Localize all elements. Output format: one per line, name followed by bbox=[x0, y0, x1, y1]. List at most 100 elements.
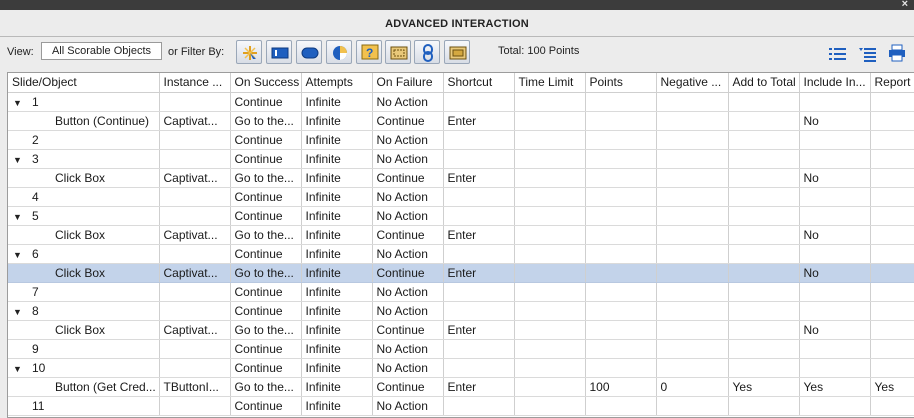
object-row[interactable]: Button (Get Cred... TButtonI... Go to the.… bbox=[8, 377, 914, 397]
table-cell[interactable]: Continue bbox=[230, 244, 302, 264]
filter-widget-button[interactable] bbox=[444, 40, 470, 64]
table-cell[interactable]: Infinite bbox=[301, 377, 373, 397]
table-cell[interactable]: No bbox=[799, 263, 871, 283]
column-header[interactable]: Time Limit bbox=[514, 73, 586, 93]
table-cell[interactable] bbox=[514, 339, 586, 359]
table-cell[interactable] bbox=[656, 320, 729, 340]
table-cell[interactable]: Infinite bbox=[301, 206, 373, 226]
slide-row[interactable]: ▼ 6 Continue Infinite No Action bbox=[8, 244, 914, 264]
table-cell[interactable] bbox=[799, 301, 871, 321]
table-cell[interactable]: No Action bbox=[372, 130, 444, 150]
filter-question-button[interactable]: ? bbox=[356, 40, 382, 64]
table-cell[interactable]: Captivat... bbox=[159, 320, 231, 340]
table-cell[interactable] bbox=[728, 320, 800, 340]
table-cell[interactable] bbox=[585, 339, 657, 359]
column-header[interactable]: On Failure bbox=[372, 73, 444, 93]
table-cell[interactable]: Infinite bbox=[301, 320, 373, 340]
collapse-list-icon[interactable] bbox=[828, 46, 848, 62]
table-cell[interactable] bbox=[159, 244, 231, 264]
column-header[interactable]: Points bbox=[585, 73, 657, 93]
table-cell[interactable] bbox=[443, 187, 515, 207]
object-row[interactable]: Click Box Captivat... Go to the... Infinite… bbox=[8, 168, 914, 188]
table-cell[interactable]: Infinite bbox=[301, 187, 373, 207]
slide-row[interactable]: 2 Continue Infinite No Action bbox=[8, 130, 914, 150]
table-cell[interactable] bbox=[728, 244, 800, 264]
table-cell[interactable] bbox=[656, 396, 729, 416]
table-cell[interactable] bbox=[514, 320, 586, 340]
table-cell[interactable] bbox=[799, 339, 871, 359]
column-header[interactable]: Include In... bbox=[799, 73, 871, 93]
table-cell[interactable] bbox=[514, 244, 586, 264]
table-cell[interactable]: Infinite bbox=[301, 225, 373, 245]
object-row[interactable]: Click Box Captivat... Go to the... Infinite… bbox=[8, 225, 914, 245]
table-cell[interactable]: Infinite bbox=[301, 111, 373, 131]
table-cell[interactable] bbox=[514, 168, 586, 188]
slide-row[interactable]: ▼ 5 Continue Infinite No Action bbox=[8, 206, 914, 226]
table-cell[interactable] bbox=[870, 225, 914, 245]
table-cell[interactable] bbox=[728, 111, 800, 131]
table-cell[interactable] bbox=[159, 396, 231, 416]
table-cell[interactable] bbox=[514, 301, 586, 321]
table-cell[interactable] bbox=[514, 396, 586, 416]
table-cell[interactable]: ▼ 8 bbox=[8, 301, 160, 321]
table-cell[interactable] bbox=[514, 377, 586, 397]
table-cell[interactable] bbox=[656, 92, 729, 112]
slide-row[interactable]: 11 Continue Infinite No Action bbox=[8, 396, 914, 416]
table-cell[interactable]: No Action bbox=[372, 396, 444, 416]
table-cell[interactable]: Enter bbox=[443, 225, 515, 245]
table-cell[interactable] bbox=[585, 263, 657, 283]
table-cell[interactable] bbox=[870, 358, 914, 378]
table-cell[interactable] bbox=[585, 187, 657, 207]
table-cell[interactable] bbox=[159, 187, 231, 207]
table-cell[interactable]: Continue bbox=[230, 358, 302, 378]
view-dropdown[interactable]: All Scorable Objects bbox=[41, 42, 162, 60]
slide-row[interactable]: 4 Continue Infinite No Action bbox=[8, 187, 914, 207]
table-cell[interactable] bbox=[514, 263, 586, 283]
table-cell[interactable] bbox=[728, 282, 800, 302]
table-cell[interactable]: Go to the... bbox=[230, 377, 302, 397]
column-header[interactable]: Report bbox=[870, 73, 914, 93]
table-cell[interactable] bbox=[870, 168, 914, 188]
table-cell[interactable] bbox=[514, 282, 586, 302]
table-cell[interactable] bbox=[443, 149, 515, 169]
table-cell[interactable]: Continue bbox=[230, 149, 302, 169]
table-cell[interactable]: Go to the... bbox=[230, 225, 302, 245]
table-cell[interactable]: Continue bbox=[230, 92, 302, 112]
table-cell[interactable]: 0 bbox=[656, 377, 729, 397]
expand-toggle-icon[interactable]: ▼ bbox=[13, 212, 27, 222]
table-cell[interactable] bbox=[585, 92, 657, 112]
table-cell[interactable]: Continue bbox=[230, 206, 302, 226]
table-cell[interactable]: No Action bbox=[372, 149, 444, 169]
table-cell[interactable]: No Action bbox=[372, 358, 444, 378]
table-cell[interactable] bbox=[799, 130, 871, 150]
table-cell[interactable] bbox=[443, 206, 515, 226]
column-header[interactable]: Shortcut bbox=[443, 73, 515, 93]
table-cell[interactable] bbox=[514, 92, 586, 112]
table-cell[interactable] bbox=[656, 282, 729, 302]
table-cell[interactable] bbox=[728, 168, 800, 188]
object-row[interactable]: Button (Continue) Captivat... Go to the...… bbox=[8, 111, 914, 131]
slide-row[interactable]: 7 Continue Infinite No Action bbox=[8, 282, 914, 302]
table-cell[interactable] bbox=[799, 92, 871, 112]
table-cell[interactable] bbox=[656, 244, 729, 264]
table-cell[interactable]: Go to the... bbox=[230, 111, 302, 131]
table-cell[interactable] bbox=[514, 111, 586, 131]
table-cell[interactable]: 9 bbox=[8, 339, 160, 359]
table-cell[interactable] bbox=[870, 92, 914, 112]
table-cell[interactable] bbox=[870, 396, 914, 416]
table-cell[interactable] bbox=[656, 206, 729, 226]
table-cell[interactable] bbox=[585, 111, 657, 131]
table-cell[interactable]: Continue bbox=[372, 168, 444, 188]
table-cell[interactable] bbox=[159, 282, 231, 302]
table-cell[interactable] bbox=[870, 301, 914, 321]
column-header[interactable]: On Success bbox=[230, 73, 302, 93]
table-cell[interactable]: Enter bbox=[443, 168, 515, 188]
table-cell[interactable]: Infinite bbox=[301, 339, 373, 359]
table-cell[interactable] bbox=[514, 149, 586, 169]
table-cell[interactable]: No bbox=[799, 168, 871, 188]
slide-row[interactable]: ▼ 3 Continue Infinite No Action bbox=[8, 149, 914, 169]
table-cell[interactable] bbox=[514, 225, 586, 245]
table-cell[interactable] bbox=[656, 339, 729, 359]
table-cell[interactable] bbox=[514, 358, 586, 378]
table-cell[interactable] bbox=[159, 149, 231, 169]
